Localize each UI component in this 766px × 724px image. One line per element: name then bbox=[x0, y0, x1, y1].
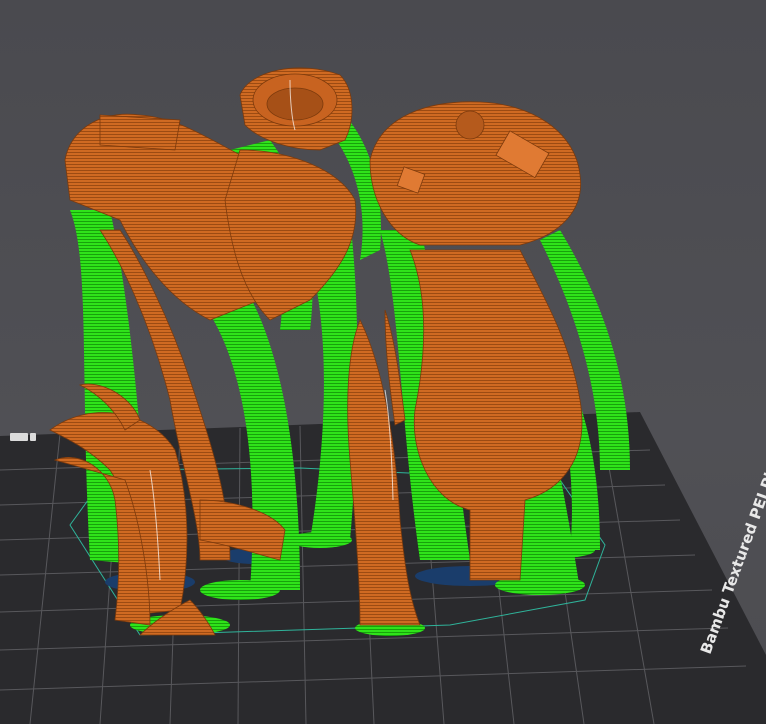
3d-scene[interactable]: Bambu Textured PEI Plate bbox=[0, 0, 766, 724]
3d-viewport[interactable]: Bambu Textured PEI Plate bbox=[0, 0, 766, 724]
plate-logo-icon bbox=[10, 433, 36, 441]
